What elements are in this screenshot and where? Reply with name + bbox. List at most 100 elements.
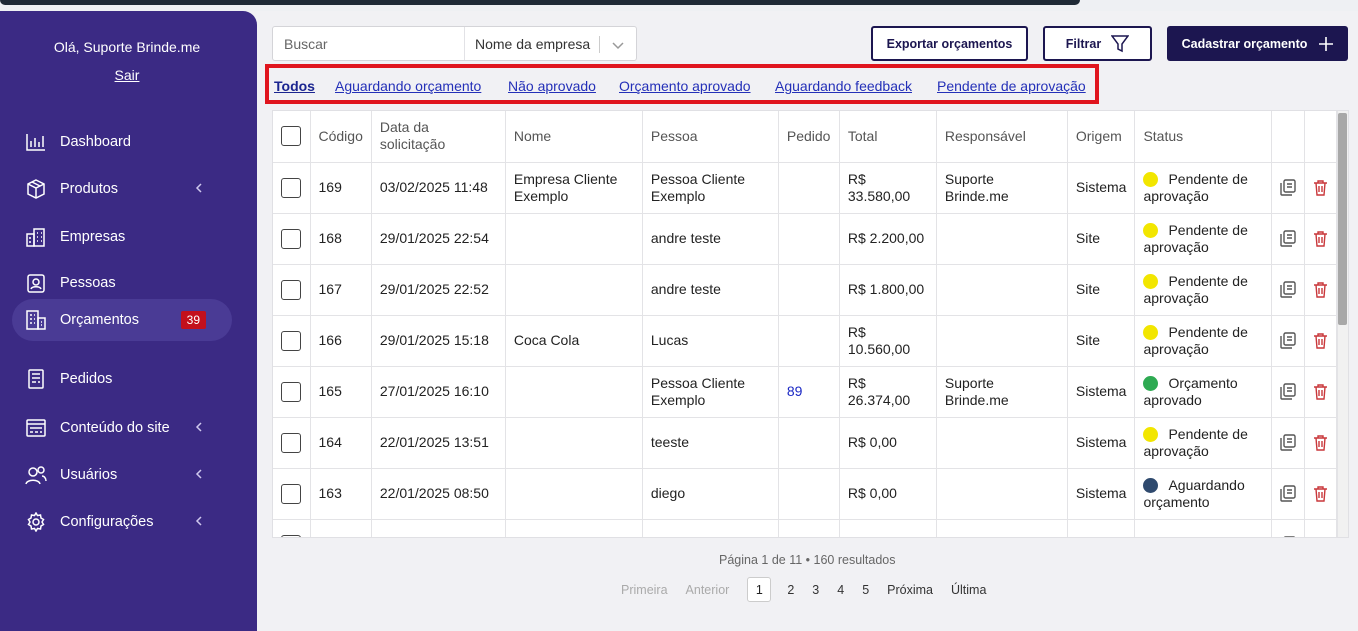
copy-icon[interactable] (1280, 179, 1297, 196)
cell-origem-text: Sistema (1075, 179, 1127, 195)
copy-icon[interactable] (1280, 434, 1297, 451)
trash-icon[interactable] (1313, 383, 1328, 400)
page-button[interactable]: 2 (787, 583, 794, 597)
copy-icon[interactable] (1280, 536, 1296, 537)
row-checkbox[interactable] (281, 432, 302, 453)
trash-icon[interactable] (1313, 434, 1328, 451)
table-row[interactable]: Orçamento (273, 519, 1338, 537)
row-checkbox[interactable] (281, 381, 302, 402)
sidebar-item-dashboard[interactable]: Dashboard (12, 121, 232, 163)
buildings-icon (25, 226, 47, 248)
column-header[interactable]: Pedido (778, 111, 840, 163)
status-badge: Orçamento (1143, 536, 1263, 537)
copy-icon[interactable] (1280, 230, 1297, 247)
status-badge: Aguardando orçamento (1143, 477, 1263, 511)
cell-data: 29/01/2025 22:52 (371, 264, 506, 316)
sidebar-item-conteudo[interactable]: Conteúdo do site (12, 407, 232, 449)
pagination: Primeira Anterior 1 2 3 4 5 Próxima Últi… (621, 577, 1004, 602)
trash-icon[interactable] (1313, 536, 1328, 537)
row-checkbox[interactable] (281, 330, 302, 351)
sidebar-item-usuarios[interactable]: Usuários (12, 454, 232, 496)
sidebar-item-configuracoes[interactable]: Configurações (12, 501, 232, 543)
table-row[interactable]: 163 22/01/2025 08:50 diego R$ 0,00 Sistema Ag… (273, 468, 1338, 520)
cell-nome (505, 264, 643, 316)
table-row[interactable]: 164 22/01/2025 13:51 teeste R$ 0,00 Sistema P… (273, 417, 1338, 469)
table-row[interactable]: 169 03/02/2025 11:48 Empresa Cliente Exemp… (273, 162, 1338, 214)
copy-icon[interactable] (1280, 383, 1297, 400)
cell-total: R$ 10.560,00 (839, 315, 937, 367)
scrollbar[interactable] (1337, 111, 1348, 537)
column-header[interactable]: Pessoa (642, 111, 779, 163)
trash-icon[interactable] (1313, 281, 1328, 298)
prev-page-button[interactable]: Anterior (686, 583, 730, 597)
filter-button[interactable]: Filtrar (1043, 26, 1152, 61)
row-checkbox[interactable] (281, 483, 302, 504)
search-input[interactable] (273, 27, 464, 60)
copy-icon[interactable] (1280, 332, 1297, 349)
cell-pedido (778, 264, 840, 316)
column-header[interactable]: Código (310, 111, 372, 163)
column-header[interactable]: Data da solicitação (371, 111, 506, 163)
table-row[interactable]: 166 29/01/2025 15:18 Coca Cola Lucas R$ 10.5… (273, 315, 1338, 367)
table-row[interactable]: 167 29/01/2025 22:52 andre teste R$ 1.800,0… (273, 264, 1338, 316)
row-select-cell (273, 468, 311, 520)
scrollbar-thumb[interactable] (1338, 113, 1347, 325)
trash-icon[interactable] (1313, 332, 1328, 349)
cell-status: Orçamento aprovado (1134, 366, 1273, 418)
tab-aguardando-feedback[interactable]: Aguardando feedback (775, 78, 912, 94)
row-checkbox[interactable] (281, 534, 302, 537)
page-button[interactable]: 5 (862, 583, 869, 597)
trash-icon[interactable] (1313, 179, 1328, 196)
row-checkbox[interactable] (281, 279, 302, 300)
export-button[interactable]: Exportar orçamentos (871, 26, 1028, 61)
sidebar-item-empresas[interactable]: Empresas (12, 216, 232, 258)
sidebar-item-label: Conteúdo do site (60, 420, 170, 436)
cell-pessoa (642, 519, 779, 537)
column-header[interactable]: Total (839, 111, 937, 163)
cell-responsavel (936, 264, 1068, 316)
next-page-button[interactable]: Próxima (887, 583, 933, 597)
cell-pessoa: diego (642, 468, 779, 520)
sidebar: Olá, Suporte Brinde.me Sair Dashboard Pr… (0, 11, 257, 631)
trash-icon[interactable] (1313, 485, 1328, 502)
sidebar-item-label: Orçamentos (60, 312, 139, 328)
cell-origem-text: Sistema (1075, 485, 1127, 501)
column-header[interactable]: Responsável (936, 111, 1068, 163)
copy-icon[interactable] (1280, 281, 1297, 298)
page-button[interactable]: 3 (812, 583, 819, 597)
last-page-button[interactable]: Última (951, 583, 986, 597)
trash-icon[interactable] (1313, 230, 1328, 247)
sidebar-item-pessoas[interactable]: Pessoas (12, 262, 232, 304)
cell-total-text: R$ 10.560,00 (847, 323, 911, 357)
column-header[interactable]: Nome (505, 111, 643, 163)
row-checkbox[interactable] (281, 177, 302, 198)
first-page-button[interactable]: Primeira (621, 583, 668, 597)
page-button[interactable]: 4 (837, 583, 844, 597)
search-field-select[interactable]: Nome da empresa (464, 27, 636, 60)
column-header[interactable]: Status (1134, 111, 1273, 163)
select-all-checkbox[interactable] (281, 126, 302, 147)
tab-orcamento-aprovado[interactable]: Orçamento aprovado (619, 78, 751, 94)
row-checkbox[interactable] (281, 228, 302, 249)
logout-link[interactable]: Sair (0, 67, 254, 83)
cell-copy (1271, 162, 1306, 214)
cell-nome-text: Coca Cola (513, 332, 580, 348)
tab-aguardando-orcamento[interactable]: Aguardando orçamento (335, 78, 481, 94)
sidebar-item-orcamentos[interactable]: Orçamentos 39 (12, 299, 232, 341)
sidebar-item-pedidos[interactable]: Pedidos (12, 358, 232, 400)
cell-responsavel (936, 519, 1068, 537)
tab-nao-aprovado[interactable]: Não aprovado (508, 78, 596, 94)
top-strip (0, 0, 1358, 11)
page-button-current[interactable]: 1 (747, 577, 772, 602)
column-header[interactable]: Origem (1067, 111, 1136, 163)
tab-todos[interactable]: Todos (274, 78, 315, 94)
tab-pendente-aprovacao[interactable]: Pendente de aprovação (937, 78, 1086, 94)
copy-icon[interactable] (1280, 485, 1297, 502)
row-select-cell (273, 417, 311, 469)
cell-responsavel-text: Suporte Brinde.me (944, 170, 1009, 204)
add-quote-button[interactable]: Cadastrar orçamento (1167, 26, 1348, 61)
table-row[interactable]: 168 29/01/2025 22:54 andre teste R$ 2.200,0… (273, 213, 1338, 265)
cell-pedido-text[interactable]: 89 (787, 383, 803, 399)
sidebar-item-produtos[interactable]: Produtos (12, 168, 232, 210)
table-row[interactable]: 165 27/01/2025 16:10 Pessoa Cliente Exempl… (273, 366, 1338, 418)
